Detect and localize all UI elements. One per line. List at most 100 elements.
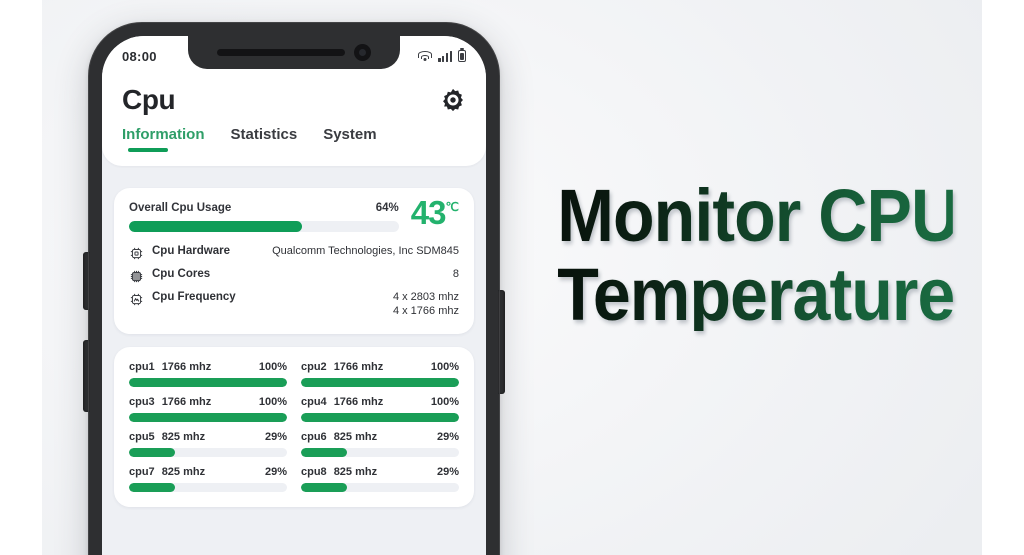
tab-bar[interactable]: Information Statistics System: [102, 116, 486, 154]
overall-usage-progress-fill: [129, 221, 302, 232]
cpu-core-item: cpu8 825 mhz 29%: [301, 466, 459, 492]
cpu-core-progress: [129, 412, 287, 422]
cpu-core-frequency: 825 mhz: [333, 430, 378, 443]
promo-headline-line-1: Monitor CPU: [557, 174, 960, 257]
cpu-core-item: cpu5 825 mhz 29%: [129, 431, 287, 457]
promo-headline-line-2: Temperature: [557, 252, 955, 336]
wifi-icon: [418, 51, 433, 62]
cpu-core-progress-fill: [129, 412, 287, 422]
cpu-cores-grid: cpu1 1766 mhz 100% cpu2 1766 mhz 100% cpu3 1766…: [129, 361, 459, 492]
cpu-core-progress: [301, 412, 459, 422]
cpu-core-percent: 29%: [264, 465, 287, 478]
promo-headline: Monitor CPU Temperature: [540, 174, 970, 336]
tab-information[interactable]: Information: [122, 126, 205, 154]
cpu-core-progress-fill: [129, 447, 175, 457]
tab-statistics-label: Statistics: [230, 126, 298, 143]
cpu-hardware-icon: [129, 246, 144, 261]
battery-icon: [458, 50, 466, 62]
cpu-core-name: cpu6: [301, 430, 327, 443]
cpu-core-name: cpu8: [301, 465, 327, 478]
tab-active-underline: [128, 148, 168, 152]
cpu-core-name: cpu3: [129, 395, 155, 408]
volume-up-button[interactable]: [83, 252, 90, 310]
cpu-core-frequency: 1766 mhz: [333, 395, 384, 408]
cpu-core-progress-fill: [129, 482, 175, 492]
cpu-core-progress: [129, 377, 287, 387]
cpu-core-item: cpu3 1766 mhz 100%: [129, 396, 287, 422]
cpu-core-frequency: 1766 mhz: [333, 360, 384, 373]
cpu-core-progress: [301, 377, 459, 387]
cpu-core-progress-fill: [301, 377, 459, 387]
cpu-core-name: cpu1: [129, 360, 155, 373]
cpu-frequency-icon: [129, 292, 144, 307]
phone-notch: [188, 36, 400, 69]
cpu-core-name: cpu4: [301, 395, 327, 408]
cpu-core-frequency: 825 mhz: [161, 430, 206, 443]
overall-usage-label: Overall Cpu Usage: [129, 202, 232, 214]
volume-down-button[interactable]: [83, 340, 90, 412]
cpu-core-item: cpu6 825 mhz 29%: [301, 431, 459, 457]
cpu-info-value: Qualcomm Technologies, Inc SDM845: [272, 245, 459, 257]
temperature-unit: ℃: [445, 200, 459, 214]
cpu-core-percent: 100%: [258, 360, 287, 373]
phone-mockup: 08:00 Cpu Information Statistics System …: [83, 22, 505, 555]
cpu-core-progress-fill: [129, 377, 287, 387]
cpu-info-row: Cpu Hardware Qualcomm Technologies, Inc S…: [129, 245, 459, 261]
cpu-core-progress: [129, 482, 287, 492]
cpu-core-progress-fill: [301, 412, 459, 422]
cpu-info-value: 8: [452, 268, 459, 280]
cpu-core-frequency: 825 mhz: [161, 465, 206, 478]
cpu-core-item: cpu7 825 mhz 29%: [129, 466, 287, 492]
cpu-info-label: Cpu Cores: [152, 268, 211, 280]
cpu-core-progress-fill: [301, 447, 347, 457]
tab-system-label: System: [323, 126, 377, 143]
cpu-info-row: Cpu Frequency 4 x 2803 mhz 4 x 1766 mhz: [129, 291, 459, 319]
promo-canvas: 08:00 Cpu Information Statistics System …: [42, 0, 982, 555]
app-header: Cpu: [102, 76, 486, 116]
phone-screen: 08:00 Cpu Information Statistics System …: [102, 36, 486, 555]
cpu-core-percent: 100%: [258, 395, 287, 408]
cpu-core-percent: 29%: [436, 430, 459, 443]
status-bar-clock: 08:00: [122, 48, 157, 64]
signal-icon: [438, 51, 452, 62]
temperature-value: 43: [410, 194, 447, 231]
app-content: Overall Cpu Usage 64% 43 ℃ Cpu Hardware …: [102, 188, 486, 555]
cpu-core-percent: 29%: [436, 465, 459, 478]
cpu-core-percent: 100%: [430, 360, 459, 373]
cpu-core-percent: 29%: [264, 430, 287, 443]
temperature-readout: 43 ℃: [407, 194, 459, 231]
cpu-core-frequency: 1766 mhz: [161, 360, 212, 373]
cpu-info-label: Cpu Frequency: [152, 291, 236, 303]
cpu-core-progress-fill: [301, 482, 347, 492]
cpu-info-row: Cpu Cores 8: [129, 268, 459, 284]
overall-usage-progress: [129, 221, 399, 232]
cpu-core-percent: 100%: [430, 395, 459, 408]
overall-usage-percent: 64%: [375, 202, 399, 214]
tab-system[interactable]: System: [323, 126, 376, 154]
cpu-cores-icon: [129, 269, 144, 284]
cpu-core-progress: [301, 447, 459, 457]
page-title: Cpu: [122, 84, 176, 115]
cpu-info-value: 4 x 2803 mhz 4 x 1766 mhz: [392, 291, 459, 317]
cpu-info-list: Cpu Hardware Qualcomm Technologies, Inc S…: [129, 245, 459, 319]
cpu-core-frequency: 1766 mhz: [161, 395, 212, 408]
cpu-info-label: Cpu Hardware: [152, 245, 230, 257]
overall-usage-card: Overall Cpu Usage 64% 43 ℃ Cpu Hardware …: [114, 188, 474, 334]
cpu-core-name: cpu7: [129, 465, 155, 478]
cpu-core-name: cpu5: [129, 430, 155, 443]
cpu-cores-card: cpu1 1766 mhz 100% cpu2 1766 mhz 100% cpu3 1766…: [114, 346, 474, 507]
cpu-core-progress: [301, 482, 459, 492]
tab-statistics[interactable]: Statistics: [231, 126, 298, 154]
power-button[interactable]: [498, 290, 505, 394]
cpu-core-frequency: 825 mhz: [333, 465, 378, 478]
cpu-core-item: cpu4 1766 mhz 100%: [301, 396, 459, 422]
front-camera: [354, 44, 371, 61]
status-bar-icons: [418, 50, 466, 62]
cpu-core-name: cpu2: [301, 360, 327, 373]
earpiece-speaker: [217, 49, 345, 56]
cpu-core-item: cpu1 1766 mhz 100%: [129, 361, 287, 387]
tab-information-label: Information: [122, 126, 205, 143]
cpu-core-progress: [129, 447, 287, 457]
gear-icon[interactable]: [440, 87, 466, 113]
cpu-core-item: cpu2 1766 mhz 100%: [301, 361, 459, 387]
